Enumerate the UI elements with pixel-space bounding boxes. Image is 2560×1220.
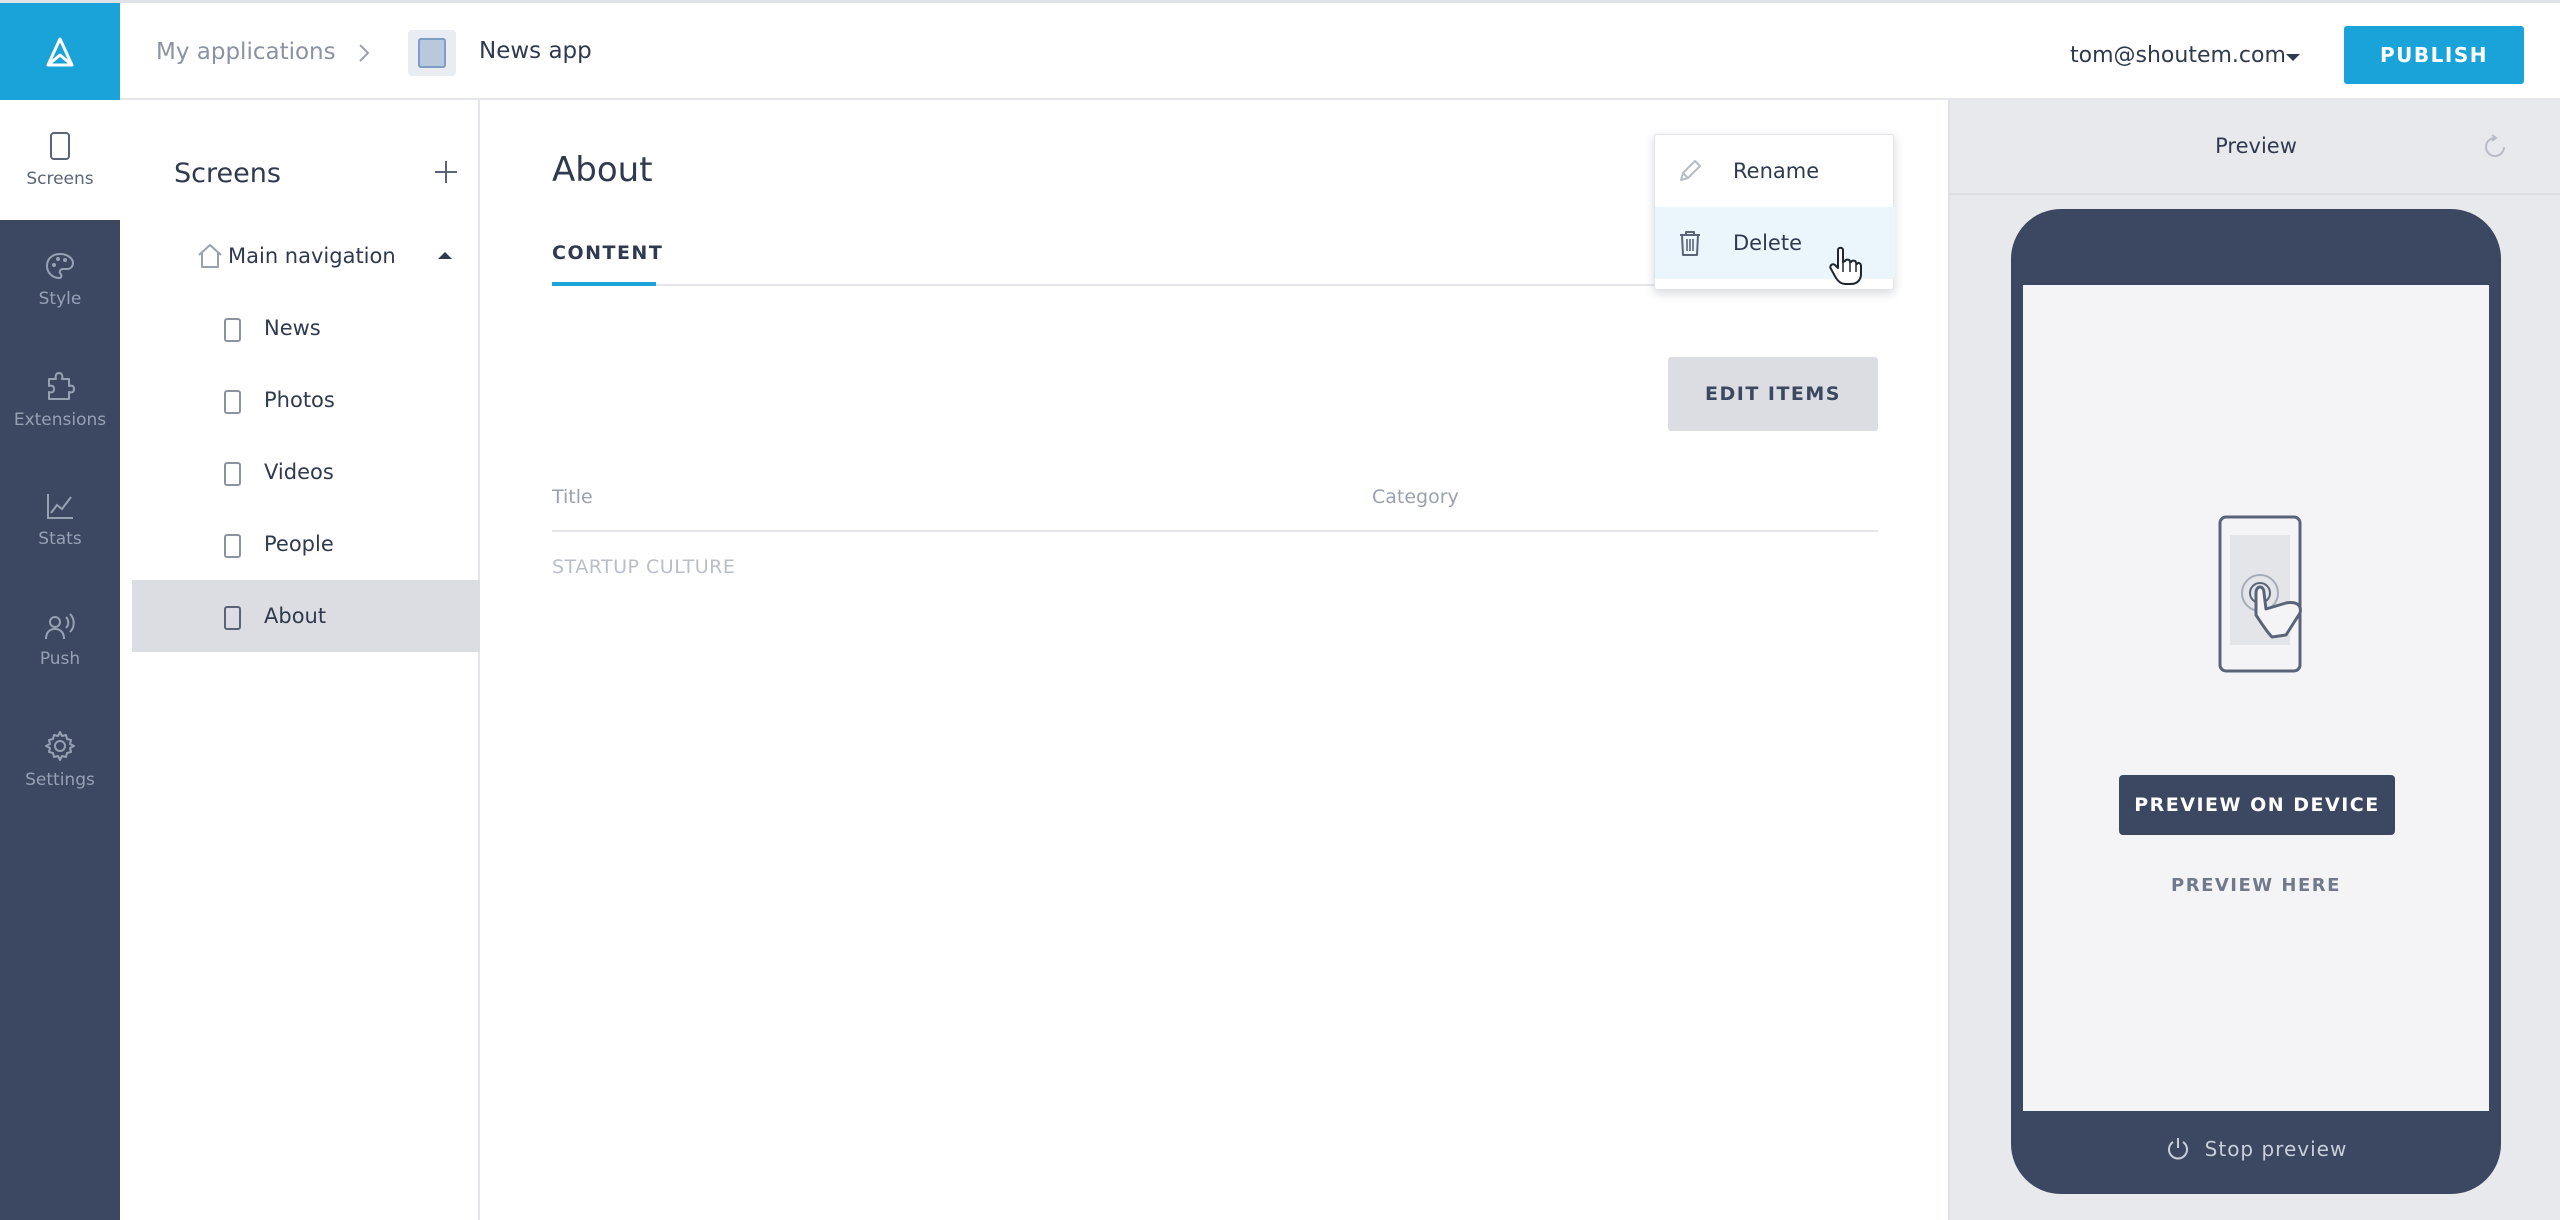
tap-phone-icon: [2218, 515, 2302, 673]
app-logo[interactable]: [0, 3, 120, 100]
pencil-icon: [1680, 160, 1701, 181]
breadcrumb-my-applications[interactable]: My applications: [156, 39, 336, 65]
rail-item-style[interactable]: Style: [0, 220, 120, 340]
app-thumbnail: [408, 30, 456, 76]
tree-item-videos[interactable]: Videos: [132, 436, 480, 508]
stop-preview-button[interactable]: Stop preview: [2011, 1129, 2501, 1169]
tree-item-label: Main navigation: [228, 244, 396, 268]
page-icon: [224, 318, 241, 342]
row-title: STARTUP CULTURE: [552, 556, 736, 578]
trash-icon: [1680, 231, 1700, 256]
rail-item-stats[interactable]: Stats: [0, 460, 120, 580]
tree-item-label: People: [264, 532, 334, 556]
tree-item-label: About: [264, 604, 327, 628]
rail-label: Push: [39, 649, 81, 669]
preview-on-device-button[interactable]: PREVIEW ON DEVICE: [2119, 775, 2395, 835]
rail-label: Screens: [26, 169, 94, 189]
page-icon: [224, 606, 241, 630]
tree-item-label: Photos: [264, 388, 335, 412]
rail-label: Settings: [25, 770, 95, 790]
stop-preview-label: Stop preview: [2204, 1137, 2348, 1161]
caret-up-icon[interactable]: [438, 252, 452, 259]
tab-content[interactable]: CONTENT: [552, 230, 662, 286]
rail-label: Stats: [38, 529, 82, 549]
menu-item-label: Rename: [1733, 159, 1820, 183]
table-row[interactable]: STARTUP CULTURE: [552, 532, 1878, 604]
edit-items-button[interactable]: EDIT ITEMS: [1668, 357, 1878, 431]
tree-item-about[interactable]: About: [132, 580, 480, 652]
tree-item-label: News: [264, 316, 321, 340]
hand-cursor-icon: [1829, 246, 1862, 285]
publish-button[interactable]: PUBLISH: [2344, 26, 2524, 84]
logo-icon: [46, 37, 74, 66]
gear-icon: [45, 731, 75, 761]
preview-title: Preview: [2215, 134, 2297, 158]
add-screen-icon[interactable]: [432, 158, 460, 186]
rail-item-push[interactable]: Push: [0, 580, 120, 700]
screens-title: Screens: [174, 158, 281, 189]
preview-panel: Preview PREVIEW ON DEVICE PREVIEW HERE S…: [1948, 100, 2560, 1220]
breadcrumb-app-name: News app: [479, 38, 592, 64]
tree-item-label: Videos: [264, 460, 334, 484]
tree-item-photos[interactable]: Photos: [132, 364, 480, 436]
preview-header: Preview: [1950, 100, 2560, 195]
refresh-icon[interactable]: [2480, 132, 2510, 162]
chart-icon: [47, 494, 73, 519]
menu-item-label: Delete: [1733, 231, 1802, 255]
user-menu[interactable]: tom@shoutem.com: [2070, 43, 2286, 68]
preview-here-link[interactable]: PREVIEW HERE: [2023, 875, 2489, 896]
power-icon: [2167, 1138, 2188, 1160]
phone-icon: [50, 132, 70, 160]
tree-item-news[interactable]: News: [132, 292, 480, 364]
rail-item-screens[interactable]: Screens: [0, 100, 120, 220]
puzzle-icon: [48, 372, 75, 400]
column-header-title[interactable]: Title: [552, 486, 593, 508]
phone-frame: PREVIEW ON DEVICE PREVIEW HERE Stop prev…: [2011, 209, 2501, 1194]
phone-screen: PREVIEW ON DEVICE PREVIEW HERE: [2023, 285, 2489, 1111]
page-icon: [224, 534, 241, 558]
tree-item-people[interactable]: People: [132, 508, 480, 580]
rail-item-settings[interactable]: Settings: [0, 700, 120, 820]
rail-label: Extensions: [13, 410, 107, 430]
rail-label: Style: [38, 289, 82, 309]
page-icon: [224, 390, 241, 414]
tree-item-main-navigation[interactable]: Main navigation: [132, 220, 480, 292]
screens-panel: Screens Main navigation News Photos Vide…: [120, 100, 480, 1220]
top-bar: My applications News app tom@shoutem.com…: [0, 0, 2560, 100]
page-title: About: [552, 150, 653, 190]
home-icon: [198, 244, 222, 268]
table-header: Title Category: [552, 480, 1878, 532]
rail-item-extensions[interactable]: Extensions: [0, 340, 120, 460]
page-icon: [224, 462, 241, 486]
column-header-category[interactable]: Category: [1372, 486, 1459, 508]
palette-icon: [45, 252, 75, 280]
left-rail: Screens Style Extensions Stats Push Sett…: [0, 100, 120, 1220]
menu-item-rename[interactable]: Rename: [1655, 135, 1895, 207]
caret-down-icon[interactable]: [2286, 54, 2300, 61]
broadcast-icon: [45, 613, 75, 640]
chevron-right-icon: [359, 44, 370, 62]
